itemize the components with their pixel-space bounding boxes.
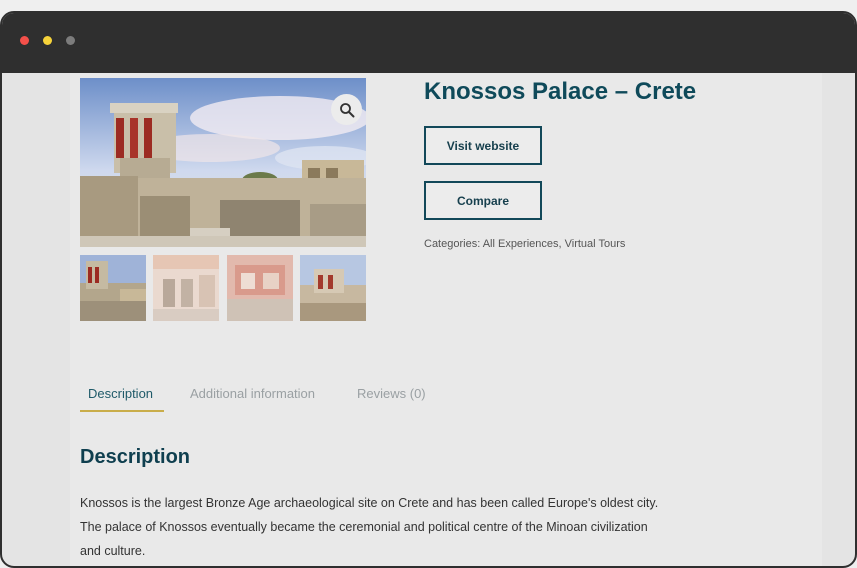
knossos-palace-image [80,78,366,247]
description-line: Knossos is the largest Bronze Age archae… [80,496,659,510]
thumbnail-exterior[interactable] [80,255,146,321]
product-page: Knossos Palace – Crete Visit website Com… [70,73,822,566]
thumbnail-frescoed-room[interactable] [227,255,293,321]
description-line: The palace of Knossos eventually became … [80,520,648,534]
minimize-window-button[interactable] [43,36,52,45]
browser-window: Knossos Palace – Crete Visit website Com… [0,11,857,568]
window-titlebar [2,13,855,73]
active-tab-indicator [80,410,164,412]
magnifier-icon [339,102,354,117]
maximize-window-button[interactable] [66,36,75,45]
tab-description[interactable]: Description [88,386,153,401]
description-text: Knossos is the largest Bronze Age archae… [80,491,740,563]
product-main-image[interactable] [80,78,366,247]
tab-additional-information[interactable]: Additional information [190,386,315,401]
thumbnail-room-doorways[interactable] [153,255,219,321]
visit-website-button[interactable]: Visit website [424,126,542,165]
product-title: Knossos Palace – Crete [424,78,697,105]
zoom-button[interactable] [331,94,362,125]
description-line: and culture. [80,544,146,558]
product-categories: Categories: All Experiences, Virtual Tou… [424,238,626,250]
description-heading: Description [80,446,191,468]
close-window-button[interactable] [20,36,29,45]
thumbnail-ruins-view[interactable] [300,255,366,321]
tab-reviews[interactable]: Reviews (0) [357,386,426,401]
compare-button[interactable]: Compare [424,181,542,220]
